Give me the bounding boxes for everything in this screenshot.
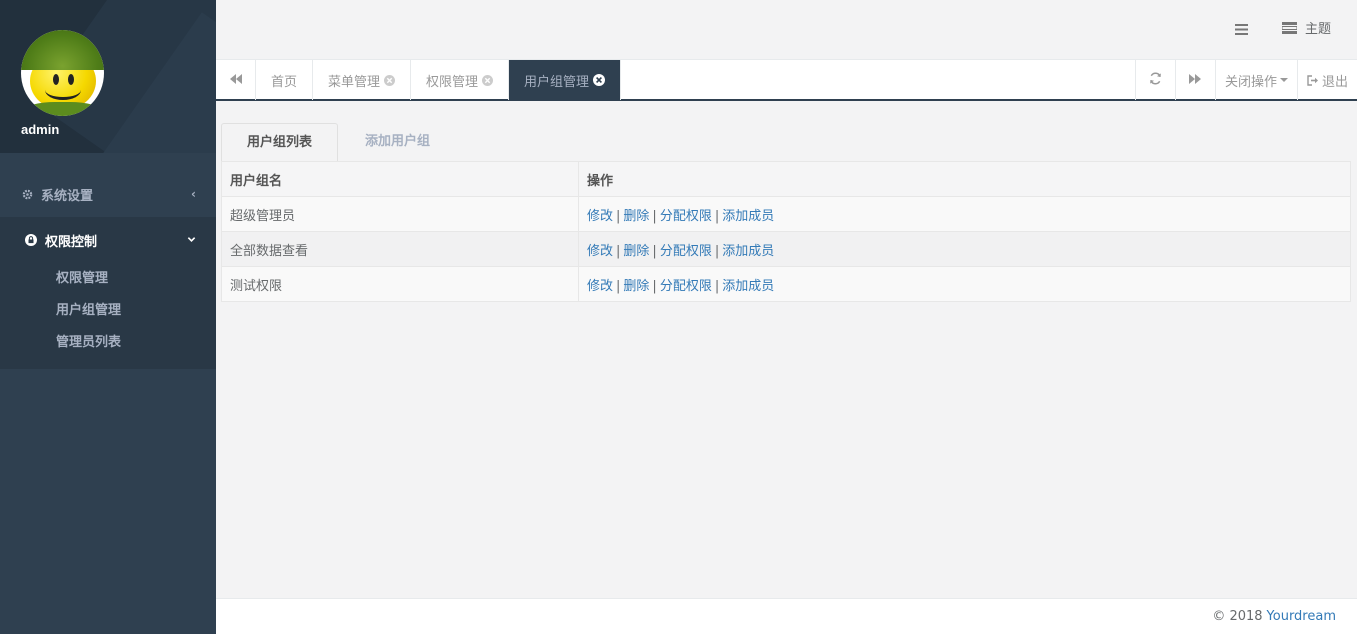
usergroup-name: 超级管理员 — [221, 196, 579, 232]
usergroup-table: 用户组名 操作 超级管理员 修改 | 删除 | 分配权限 | 添加成员 全部数据查看 修改 |… — [221, 161, 1351, 302]
add-member-link[interactable]: 添加成员 — [722, 244, 774, 259]
sidebar-item-label: 系统设置 — [41, 188, 94, 204]
tab-permission-management[interactable]: 权限管理 — [411, 60, 510, 100]
double-left-arrow-icon — [229, 73, 242, 88]
table-header-row: 用户组名 操作 — [221, 161, 1351, 197]
tab-usergroup-management[interactable]: 用户组管理 — [509, 60, 622, 100]
caret-down-icon — [1279, 78, 1288, 82]
close-icon[interactable] — [593, 74, 606, 86]
sidebar-item-system-settings[interactable]: 系统设置 ‹ — [0, 171, 216, 217]
tab-home[interactable]: 首页 — [256, 60, 314, 100]
column-header-actions: 操作 — [578, 161, 1351, 197]
footer: © 2018 Yourdream — [216, 598, 1357, 634]
submenu-access-control: 权限管理 用户组管理 管理员列表 — [4, 263, 216, 369]
add-member-link[interactable]: 添加成员 — [722, 209, 774, 224]
row-actions: 修改 | 删除 | 分配权限 | 添加成员 — [578, 231, 1351, 267]
delete-link[interactable]: 删除 — [623, 279, 649, 294]
theme-button[interactable]: 主题 — [1281, 18, 1331, 37]
hamburger-icon[interactable] — [1231, 19, 1251, 39]
sidebar-nav: 系统设置 ‹ 权限控制 权限管理 用户组管理 管理员列表 — [0, 171, 216, 369]
tab-add-usergroup[interactable]: 添加用户组 — [338, 123, 457, 162]
sidebar-subitem-permission-management[interactable]: 权限管理 — [4, 263, 216, 295]
tabs-bar: 首页 菜单管理 权限管理 用户组管理 关闭操作 退出 — [216, 59, 1357, 101]
refresh-icon — [1149, 72, 1162, 89]
row-actions: 修改 | 删除 | 分配权限 | 添加成员 — [578, 266, 1351, 302]
assign-permission-link[interactable]: 分配权限 — [660, 244, 712, 259]
username[interactable]: admin — [21, 122, 59, 137]
edit-link[interactable]: 修改 — [587, 279, 613, 294]
theme-label: 主题 — [1304, 22, 1331, 37]
assign-permission-link[interactable]: 分配权限 — [660, 209, 712, 224]
brand-link[interactable]: Yourdream — [1267, 609, 1336, 624]
usergroup-name: 测试权限 — [221, 266, 579, 302]
logout-button[interactable]: 退出 — [1296, 60, 1357, 100]
close-icon[interactable] — [482, 74, 494, 86]
close-operations-label: 关闭操作 — [1224, 74, 1277, 90]
table-row: 全部数据查看 修改 | 删除 | 分配权限 | 添加成员 — [221, 231, 1351, 267]
logout-label: 退出 — [1321, 74, 1348, 90]
tab-menu-management[interactable]: 菜单管理 — [313, 60, 412, 100]
close-operations-dropdown[interactable]: 关闭操作 — [1214, 60, 1297, 100]
row-actions: 修改 | 删除 | 分配权限 | 添加成员 — [578, 196, 1351, 232]
double-right-arrow-icon — [1189, 73, 1202, 88]
content-tabs: 用户组列表 添加用户组 — [221, 123, 457, 162]
sidebar-item-label: 权限控制 — [45, 234, 98, 250]
lock-icon — [25, 234, 37, 246]
refresh-button[interactable] — [1134, 60, 1175, 100]
scroll-tabs-left-button[interactable] — [216, 60, 256, 100]
gear-icon — [21, 188, 33, 200]
main-content: 用户组列表 添加用户组 用户组名 操作 超级管理员 修改 | 删除 | 分配权限 | 添加成… — [216, 101, 1357, 598]
chevron-left-icon: ‹ — [191, 187, 196, 201]
copyright-text: © 2018 — [1212, 609, 1263, 624]
top-bar: 主题 — [216, 0, 1357, 60]
add-member-link[interactable]: 添加成员 — [722, 279, 774, 294]
tab-tools: 关闭操作 退出 — [1134, 60, 1357, 100]
scroll-tabs-right-button[interactable] — [1174, 60, 1215, 100]
sidebar-subitem-admin-list[interactable]: 管理员列表 — [4, 327, 216, 359]
table-row: 测试权限 修改 | 删除 | 分配权限 | 添加成员 — [221, 266, 1351, 302]
sidebar-subitem-usergroup-management[interactable]: 用户组管理 — [4, 295, 216, 327]
assign-permission-link[interactable]: 分配权限 — [660, 279, 712, 294]
tab-usergroup-list[interactable]: 用户组列表 — [221, 123, 339, 162]
close-icon[interactable] — [384, 74, 396, 86]
logout-icon — [1307, 74, 1319, 86]
sidebar-item-access-control[interactable]: 权限控制 — [4, 217, 216, 263]
delete-link[interactable]: 删除 — [623, 244, 649, 259]
table-row: 超级管理员 修改 | 删除 | 分配权限 | 添加成员 — [221, 196, 1351, 232]
avatar[interactable] — [21, 30, 104, 116]
delete-link[interactable]: 删除 — [623, 209, 649, 224]
theme-list-icon — [1281, 21, 1297, 34]
sidebar: admin 系统设置 ‹ 权限控制 权限管理 用户组管理 管理员列表 — [0, 0, 216, 634]
usergroup-name: 全部数据查看 — [221, 231, 579, 267]
column-header-name: 用户组名 — [221, 161, 579, 197]
page-tabs: 首页 菜单管理 权限管理 用户组管理 — [256, 60, 1135, 100]
profile-header: admin — [0, 0, 216, 153]
edit-link[interactable]: 修改 — [587, 209, 613, 224]
edit-link[interactable]: 修改 — [587, 244, 613, 259]
chevron-down-icon — [187, 217, 196, 263]
